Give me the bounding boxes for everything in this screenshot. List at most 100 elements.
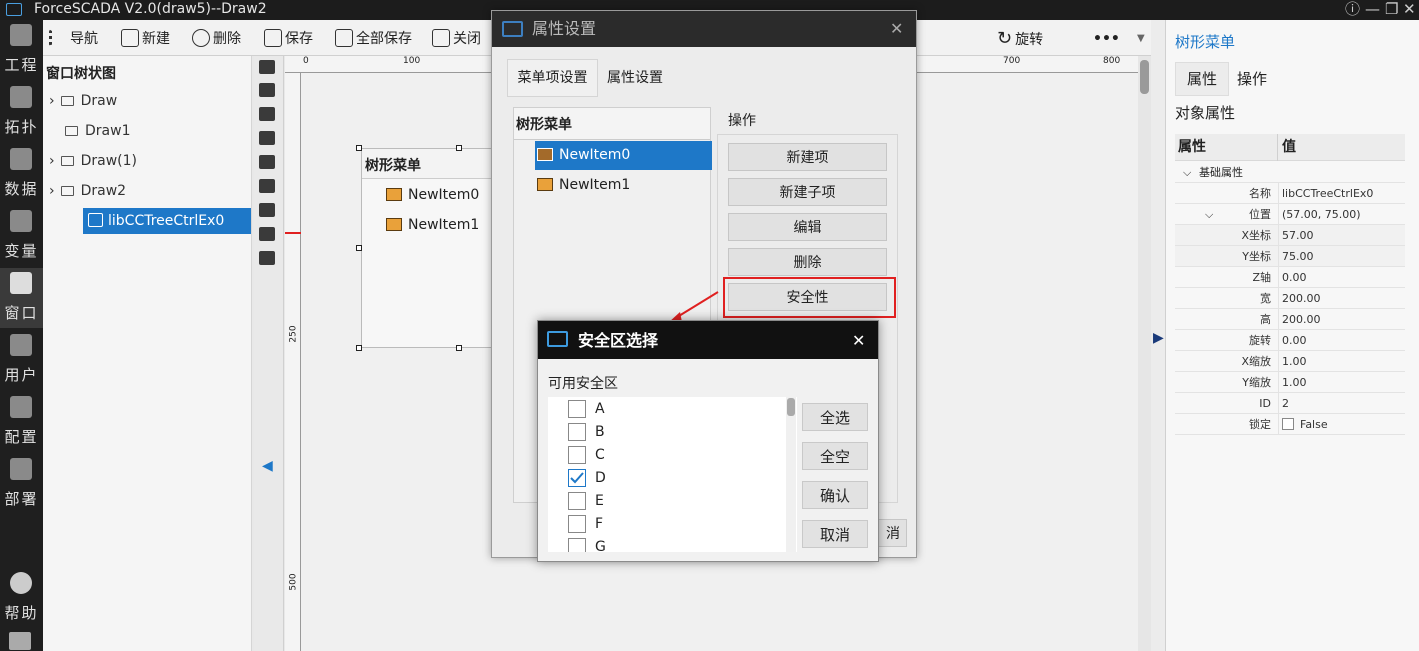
confirm-button[interactable]: 确认 [802, 481, 868, 509]
checkbox-checked[interactable] [568, 469, 586, 487]
nav-deploy[interactable]: 部署 [0, 454, 43, 514]
edit-button[interactable]: 编辑 [728, 213, 887, 241]
expand-right-icon[interactable]: ▶ [1153, 330, 1164, 346]
tool-gallery-icon[interactable] [259, 179, 275, 193]
scrollbar-thumb[interactable] [1140, 60, 1149, 94]
menu-tree-item[interactable]: NewItem1 [535, 171, 712, 200]
nav-help[interactable]: 帮助 [0, 568, 43, 628]
property-row[interactable]: Y坐标 75.00 [1175, 246, 1405, 267]
property-row[interactable]: 高 200.00 [1175, 309, 1405, 330]
new-child-item-button[interactable]: 新建子项 [728, 178, 887, 206]
resize-handle[interactable] [356, 245, 362, 251]
tab-menu-item-settings[interactable]: 菜单项设置 [507, 59, 598, 97]
checkbox[interactable] [568, 423, 586, 441]
property-row[interactable]: Y缩放 1.00 [1175, 372, 1405, 393]
nav-config[interactable]: 配置 [0, 392, 43, 452]
property-row[interactable]: X缩放 1.00 [1175, 351, 1405, 372]
delete-button[interactable]: 删除 [192, 27, 241, 51]
lock-checkbox[interactable] [1282, 418, 1294, 430]
property-value: (57.00, 75.00) [1278, 204, 1404, 225]
tree-node-draw2[interactable]: › Draw2 [49, 178, 249, 204]
close-button[interactable]: 关闭 [432, 27, 481, 51]
tool-table-icon[interactable] [259, 83, 275, 97]
close-icon[interactable]: ✕ [890, 11, 903, 47]
resize-handle[interactable] [456, 145, 462, 151]
checkbox[interactable] [568, 515, 586, 533]
property-key: 宽 [1260, 292, 1271, 305]
close-icon[interactable]: ✕ [852, 321, 865, 361]
monitor-icon [502, 21, 523, 37]
property-row[interactable]: 锁定 False [1175, 414, 1405, 435]
nav-button[interactable]: 导航 [49, 27, 98, 51]
cancel-button[interactable]: 取消 [802, 520, 868, 548]
minimize-icon[interactable]: — [1365, 0, 1380, 18]
save-all-button[interactable]: 全部保存 [335, 27, 412, 51]
widget-item[interactable]: NewItem0 [386, 187, 479, 203]
collapse-left-icon[interactable]: ◀ [262, 458, 273, 474]
property-row[interactable]: 宽 200.00 [1175, 288, 1405, 309]
property-row[interactable]: ID 2 [1175, 393, 1405, 414]
rotate-button[interactable]: ↻ 旋转 [997, 27, 1043, 51]
tab-attribute-settings[interactable]: 属性设置 [607, 59, 663, 97]
tool-layout-icon[interactable] [259, 60, 275, 74]
tree-node-draw-1[interactable]: › Draw(1) [49, 148, 249, 174]
nav-window[interactable]: 窗口 [0, 268, 43, 328]
property-row[interactable]: X坐标 57.00 [1175, 225, 1405, 246]
tree-node-draw[interactable]: › Draw [49, 88, 249, 114]
new-item-button[interactable]: 新建项 [728, 143, 887, 171]
select-all-button[interactable]: 全选 [802, 403, 868, 431]
close-icon[interactable]: ✕ [1403, 0, 1416, 18]
nav-data[interactable]: 数据 [0, 144, 43, 204]
grid-icon [10, 24, 32, 46]
property-row[interactable]: 名称 libCCTreeCtrlEx0 [1175, 183, 1405, 204]
zone-list[interactable]: A B C D E F G [548, 397, 797, 552]
left-nav: 工程 拓扑 数据 变量 窗口 用户 配置 部署 帮助 [0, 20, 43, 651]
tool-edit-icon[interactable] [259, 107, 275, 121]
more-button[interactable]: ••• [1093, 27, 1120, 51]
nav-topology[interactable]: 拓扑 [0, 82, 43, 142]
property-group-row[interactable]: ⌵ 基础属性 [1175, 162, 1405, 183]
tree-node-draw1[interactable]: Draw1 [65, 118, 249, 144]
delete-item-button[interactable]: 删除 [728, 248, 887, 276]
scrollbar-thumb[interactable] [787, 398, 795, 416]
nav-variable[interactable]: 变量 [0, 206, 43, 266]
tab-properties[interactable]: 属性 [1175, 62, 1229, 96]
dialog-title: 安全区选择 [578, 331, 659, 350]
chevron-down-icon[interactable]: ▼ [1137, 27, 1145, 51]
checkbox[interactable] [568, 538, 586, 552]
tool-image-icon[interactable] [259, 155, 275, 169]
property-row[interactable]: ⌵ 位置 (57.00, 75.00) [1175, 204, 1405, 225]
checkbox[interactable] [568, 400, 586, 418]
resize-handle[interactable] [356, 345, 362, 351]
add-icon [121, 29, 139, 47]
topology-icon [10, 86, 32, 108]
play-icon[interactable] [9, 632, 31, 650]
nav-project[interactable]: 工程 [0, 20, 43, 80]
tool-chart-icon[interactable] [259, 251, 275, 265]
maximize-icon[interactable]: ❐ [1385, 0, 1398, 18]
tool-gear-icon[interactable] [259, 131, 275, 145]
property-row[interactable]: Z轴 0.00 [1175, 267, 1405, 288]
widget-item[interactable]: NewItem1 [386, 217, 479, 233]
tool-photo-icon[interactable] [259, 227, 275, 241]
checkbox[interactable] [568, 492, 586, 510]
info-icon[interactable]: ⓘ [1345, 0, 1360, 18]
canvas-scrollbar[interactable] [1138, 56, 1151, 651]
tool-puzzle-icon[interactable] [259, 203, 275, 217]
save-button[interactable]: 保存 [264, 27, 313, 51]
tab-operations[interactable]: 操作 [1237, 62, 1267, 96]
dialog-title: 属性设置 [532, 19, 597, 38]
new-button[interactable]: 新建 [121, 27, 170, 51]
property-row[interactable]: 旋转 0.00 [1175, 330, 1405, 351]
resize-handle[interactable] [456, 345, 462, 351]
menu-tree-item-selected[interactable]: NewItem0 [535, 141, 712, 170]
tree-node-treectrl[interactable]: libCCTreeCtrlEx0 [83, 208, 251, 234]
database-icon [10, 148, 32, 170]
right-splitter[interactable]: ▶ [1151, 20, 1165, 651]
zone-list-scrollbar[interactable] [786, 397, 796, 552]
nav-user[interactable]: 用户 [0, 330, 43, 390]
resize-handle[interactable] [356, 145, 362, 151]
chevron-right-icon: › [49, 153, 55, 169]
clear-all-button[interactable]: 全空 [802, 442, 868, 470]
checkbox[interactable] [568, 446, 586, 464]
